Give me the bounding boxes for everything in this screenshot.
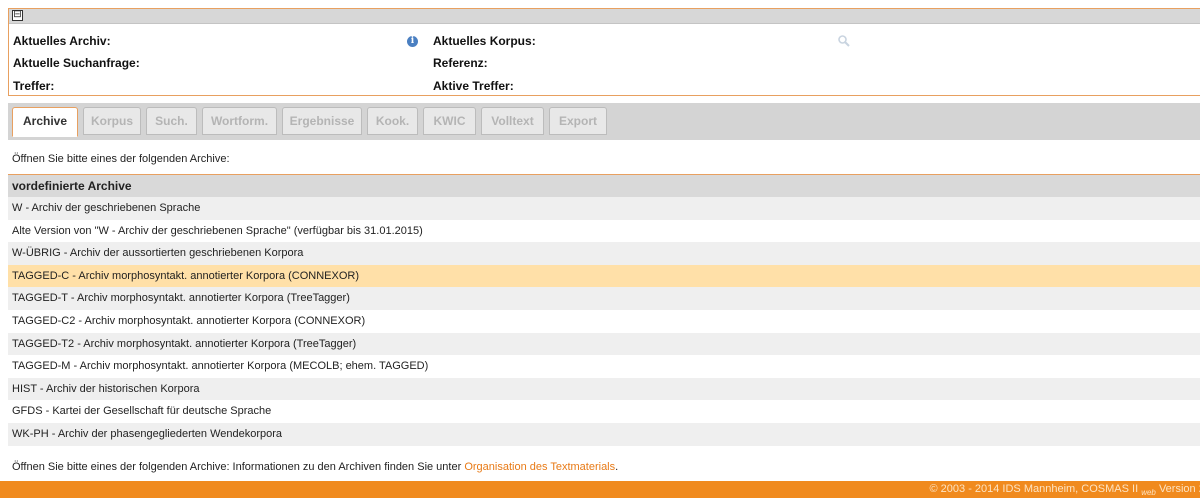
archive-table-header: vordefinierte Archive (8, 175, 1200, 197)
footnote-text: Öffnen Sie bitte eines der folgenden Arc… (12, 461, 465, 473)
tab-export[interactable]: Export (549, 107, 607, 135)
tab-wortform[interactable]: Wortform. (202, 107, 277, 135)
copyright-text: © 2003 - 2014 IDS Mannheim, COSMAS II we… (930, 483, 1200, 497)
archive-row-tagged-c[interactable]: TAGGED-C - Archiv morphosyntakt. annotie… (8, 264, 1200, 288)
archive-row-gfds[interactable]: GFDS - Kartei der Gesellschaft für deuts… (8, 400, 1200, 423)
archive-row-tagged-t[interactable]: TAGGED-T - Archiv morphosyntakt. annotie… (8, 287, 1200, 310)
tab-korpus[interactable]: Korpus (83, 107, 141, 135)
archive-row-wk-ph[interactable]: WK-PH - Archiv der phasengegliederten We… (8, 422, 1200, 446)
hits-label: Treffer: (13, 79, 55, 93)
footer-bar: © 2003 - 2014 IDS Mannheim, COSMAS II we… (0, 481, 1200, 498)
copyright-main: © 2003 - 2014 IDS Mannheim, COSMAS II (929, 483, 1139, 495)
copyright-web: web (1141, 488, 1156, 498)
current-archive-label: Aktuelles Archiv: (13, 34, 111, 48)
tab-such[interactable]: Such. (146, 107, 197, 135)
tab-bar: Archive Korpus Such. Wortform. Ergebniss… (8, 103, 1200, 140)
footnote: Öffnen Sie bitte eines der folgenden Arc… (12, 461, 618, 473)
info-icon[interactable]: i (407, 36, 418, 47)
info-panel-toggle-bar: ⊟ (9, 9, 1200, 24)
archive-table: vordefinierte Archive W - Archiv der ges… (8, 174, 1200, 446)
archive-row-w[interactable]: W - Archiv der geschriebenen Sprache (8, 197, 1200, 220)
version-text: Version 2.0 (1158, 483, 1200, 495)
footnote-end: . (615, 461, 619, 473)
archive-row-w-uebrig[interactable]: W-ÜBRIG - Archiv der aussortierten gesch… (8, 242, 1200, 265)
tab-archive[interactable]: Archive (12, 107, 78, 137)
info-panel: ⊟ Aktuelles Archiv: i Aktuelles Korpus: … (8, 8, 1200, 96)
archive-row-w-old[interactable]: Alte Version von "W - Archiv der geschri… (8, 219, 1200, 243)
reference-label: Referenz: (433, 56, 488, 70)
intro-text: Öffnen Sie bitte eines der folgenden Arc… (12, 153, 230, 165)
tab-ergebnisse[interactable]: Ergebnisse (282, 107, 362, 135)
textmaterial-link[interactable]: Organisation des Textmaterials (464, 461, 615, 473)
archive-row-tagged-t2[interactable]: TAGGED-T2 - Archiv morphosyntakt. annoti… (8, 332, 1200, 356)
tab-kook[interactable]: Kook. (367, 107, 418, 135)
current-query-label: Aktuelle Suchanfrage: (13, 56, 140, 70)
archive-row-tagged-m[interactable]: TAGGED-M - Archiv morphosyntakt. annotie… (8, 355, 1200, 378)
archive-row-hist[interactable]: HIST - Archiv der historischen Korpora (8, 377, 1200, 401)
magnifier-icon[interactable] (837, 34, 851, 48)
archive-row-tagged-c2[interactable]: TAGGED-C2 - Archiv morphosyntakt. annoti… (8, 309, 1200, 333)
active-hits-label: Aktive Treffer: (433, 79, 514, 93)
current-corpus-label: Aktuelles Korpus: (433, 34, 536, 48)
tab-volltext[interactable]: Volltext (481, 107, 544, 135)
tab-kwic[interactable]: KWIC (423, 107, 476, 135)
collapse-icon[interactable]: ⊟ (12, 10, 23, 21)
